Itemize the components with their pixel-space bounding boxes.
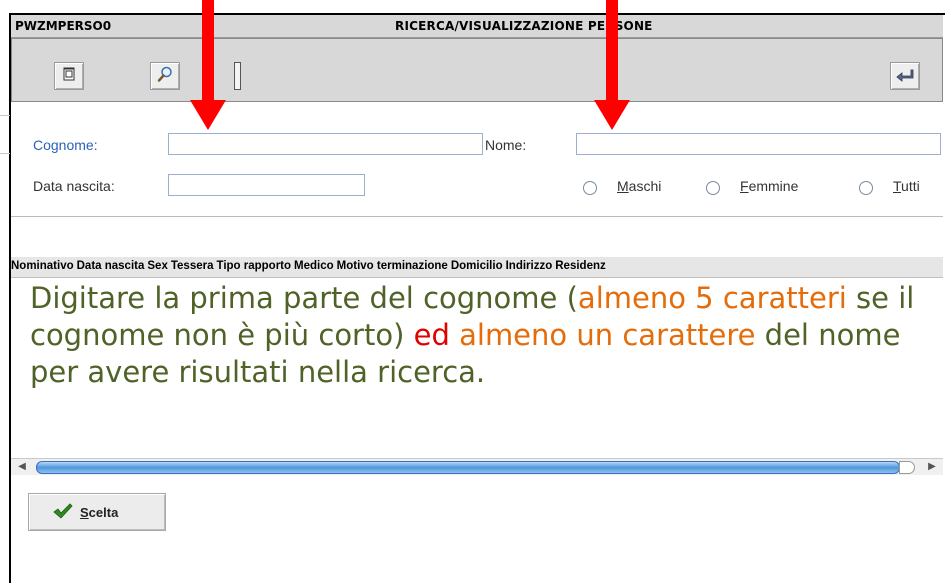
column-header[interactable]: Sex	[147, 257, 167, 272]
toolbar-separator	[234, 62, 241, 90]
radio-maschi-label[interactable]: Maschi	[617, 178, 661, 194]
scelta-label: Scelta	[80, 504, 119, 520]
column-header[interactable]: Tipo rapporto	[217, 257, 292, 272]
radio-tutti[interactable]	[859, 181, 873, 195]
radio-femmine-label[interactable]: Femmine	[740, 178, 798, 194]
scrollbar-thumb[interactable]	[36, 461, 900, 474]
return-arrow-icon	[896, 67, 914, 86]
column-header[interactable]: Nominativo	[11, 257, 74, 272]
data-nascita-input[interactable]	[168, 174, 365, 196]
grid-header: Nominativo Data nascita Sex Tessera Tipo rap…	[11, 257, 943, 278]
radio-femmine[interactable]	[706, 181, 720, 195]
scelta-button[interactable]: Scelta	[28, 493, 166, 531]
search-button[interactable]	[150, 62, 180, 90]
column-header[interactable]: Tessera	[171, 257, 214, 272]
instruction-annotation: Digitare la prima parte del cognome (alm…	[30, 280, 935, 391]
annotation-part	[450, 318, 459, 352]
red-arrow-down-icon	[190, 0, 226, 130]
title-bar: PWZMPERSO0 RICERCA/VISUALIZZAZIONE PERSO…	[11, 15, 943, 38]
checkmark-icon	[53, 502, 73, 522]
radio-tutti-label[interactable]: Tutti	[893, 178, 920, 194]
column-header[interactable]: Medico	[294, 257, 334, 272]
nome-label: Nome:	[485, 137, 527, 153]
nome-input[interactable]	[576, 133, 941, 155]
annotation-part: almeno un carattere	[459, 318, 756, 352]
data-nascita-label: Data nascita:	[33, 178, 115, 194]
search-form: Cognome: Nome: Data nascita: Maschi Femm…	[11, 115, 943, 215]
scroll-right-icon[interactable]: ▶	[925, 460, 939, 474]
scrollbar-track-end	[899, 461, 915, 474]
column-header[interactable]: Indirizzo	[506, 257, 553, 272]
red-arrow-down-icon	[594, 0, 630, 130]
window-code: PWZMPERSO0	[15, 19, 112, 33]
horizontal-scrollbar[interactable]: ◀ ▶	[11, 458, 943, 475]
annotation-part: ed	[413, 318, 450, 352]
radio-maschi[interactable]	[583, 181, 597, 195]
annotation-part: almeno 5 caratteri	[577, 281, 847, 315]
annotation-part: Digitare la prima parte del cognome (	[30, 281, 578, 315]
column-header[interactable]: Domicilio	[451, 257, 503, 272]
cognome-label: Cognome:	[33, 137, 98, 153]
scroll-left-icon[interactable]: ◀	[15, 460, 29, 474]
toolbar	[11, 38, 943, 102]
back-button[interactable]	[890, 62, 920, 90]
column-header[interactable]: Motivo terminazione	[337, 257, 448, 272]
magnifier-icon	[156, 65, 174, 87]
left-divider	[0, 115, 10, 154]
column-header[interactable]: Data nascita	[77, 257, 145, 272]
cognome-input[interactable]	[168, 133, 483, 155]
document-icon	[61, 66, 77, 86]
new-button[interactable]	[54, 62, 84, 90]
column-header[interactable]: Residenz	[555, 257, 606, 272]
